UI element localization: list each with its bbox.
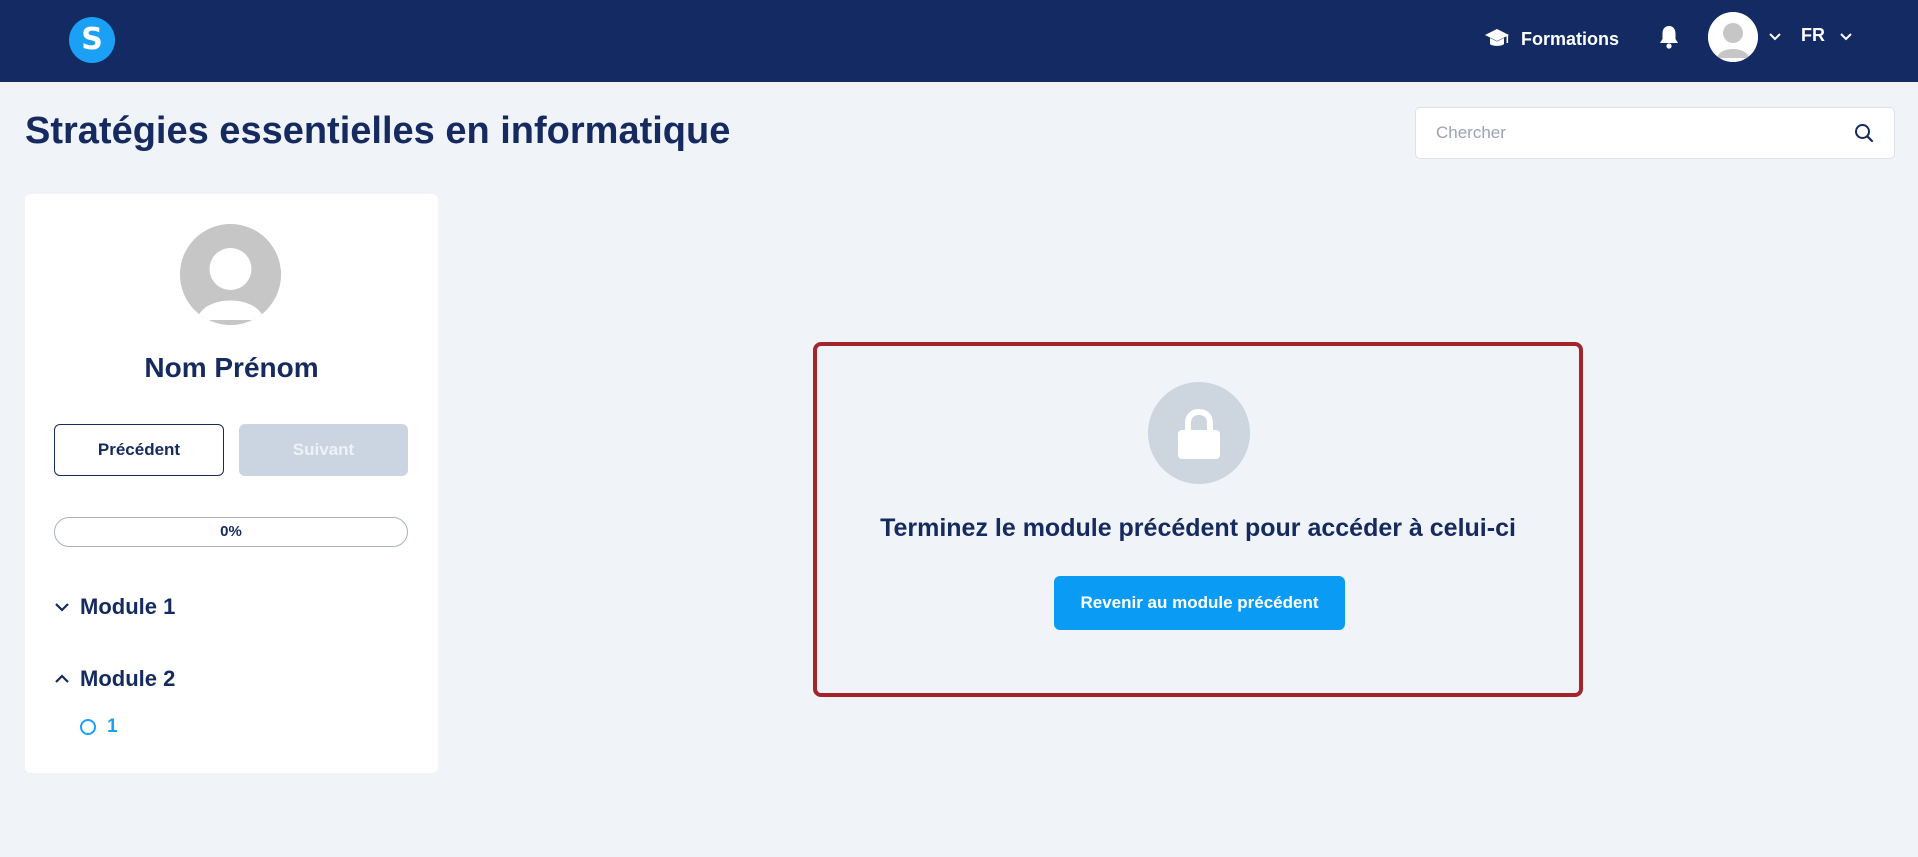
user-avatar[interactable] — [1708, 12, 1758, 62]
lock-badge — [1148, 382, 1250, 484]
user-name: Nom Prénom — [144, 352, 319, 383]
lock-icon — [1178, 408, 1220, 459]
back-to-previous-module-button[interactable]: Revenir au module précédent — [1054, 576, 1345, 630]
module-2-label: Module 2 — [80, 666, 176, 691]
progress-bar: 0% — [54, 517, 408, 547]
search-input[interactable] — [1436, 108, 1836, 158]
lesson-status-circle-icon — [80, 719, 96, 735]
user-menu-chevron-down-icon[interactable] — [1768, 32, 1782, 42]
lesson-label: 1 — [107, 716, 118, 737]
chevron-down-icon — [55, 603, 69, 612]
course-sidebar: Nom Prénom Précédent Suivant 0% Module 1… — [25, 194, 438, 773]
user-silhouette-icon — [180, 224, 281, 325]
search-box — [1415, 107, 1895, 159]
module-1-label: Module 1 — [80, 594, 176, 619]
page-title: Stratégies essentielles en informatique — [25, 110, 731, 152]
nav-formations-link[interactable]: Formations — [1484, 22, 1619, 56]
graduation-cap-icon — [1485, 29, 1509, 46]
progress-label: 0% — [220, 523, 242, 540]
notification-bell-icon[interactable] — [1658, 24, 1680, 50]
app-logo[interactable]: S — [69, 17, 115, 63]
nav-formations-label: Formations — [1521, 28, 1620, 49]
language-chevron-down-icon[interactable] — [1839, 32, 1853, 42]
previous-button[interactable]: Précédent — [54, 424, 224, 476]
module-2-toggle[interactable]: Module 2 — [54, 664, 175, 694]
top-navigation-bar: S Formations FR — [0, 0, 1918, 82]
search-icon[interactable] — [1854, 123, 1874, 143]
lesson-item[interactable]: 1 — [80, 715, 118, 739]
locked-message: Terminez le module précédent pour accéde… — [880, 514, 1516, 542]
module-1-toggle[interactable]: Module 1 — [54, 592, 175, 622]
language-selector[interactable]: FR — [1801, 25, 1825, 46]
user-silhouette-icon — [1708, 12, 1758, 62]
next-button: Suivant — [239, 424, 408, 476]
chevron-up-icon — [55, 674, 69, 683]
locked-module-panel: Terminez le module précédent pour accéde… — [813, 342, 1583, 697]
profile-avatar — [180, 224, 281, 325]
